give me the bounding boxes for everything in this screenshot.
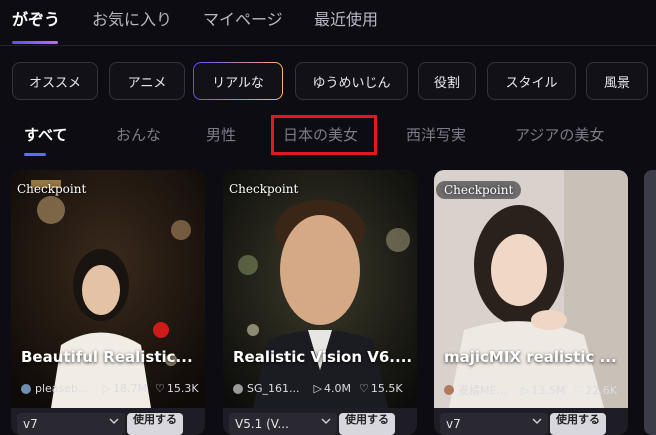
version-value: v7 xyxy=(23,417,38,431)
version-select[interactable]: V5.1 (V... xyxy=(229,413,337,435)
card-thumbnail xyxy=(223,170,417,408)
card-meta: pleaseb... ▷ 18.7M ♡ 15.3K xyxy=(21,382,199,395)
version-select[interactable]: v7 xyxy=(17,413,125,435)
chevron-down-icon xyxy=(321,418,331,425)
top-tab-bar: がぞう お気に入り マイページ 最近使用 xyxy=(0,0,656,46)
highlight-box xyxy=(271,115,377,155)
subtab-western-realistic[interactable]: 西洋写実 xyxy=(406,124,466,145)
heart-icon: ♡ xyxy=(154,382,165,395)
card-footer: v7 使用する xyxy=(11,408,205,435)
use-button[interactable]: 使用する xyxy=(550,413,606,435)
chip-recommended[interactable]: オススメ xyxy=(12,62,98,100)
download-count: 18.7M xyxy=(113,382,147,395)
chip-style[interactable]: スタイル xyxy=(487,62,576,100)
version-select[interactable]: v7 xyxy=(440,413,548,435)
like-count: 15.3K xyxy=(166,382,199,395)
subtab-all[interactable]: すべて xyxy=(24,124,67,145)
use-button[interactable]: 使用する xyxy=(127,413,183,435)
card-footer: v7 使用する xyxy=(434,408,628,435)
checkpoint-badge: Checkpoint xyxy=(436,181,522,199)
play-icon: ▷ xyxy=(102,382,111,395)
author-name[interactable]: SG_161... xyxy=(247,382,300,395)
avatar xyxy=(233,383,243,394)
chip-scenery[interactable]: 風景 xyxy=(586,62,648,100)
version-value: V5.1 (V... xyxy=(235,417,289,431)
chip-realistic[interactable]: リアルな xyxy=(193,62,283,100)
chip-roles[interactable]: 役割 xyxy=(418,62,476,100)
play-icon: ▷ xyxy=(520,383,530,397)
heart-icon: ♡ xyxy=(358,382,369,395)
play-icon: ▷ xyxy=(313,382,322,395)
card-title: majicMIX realistic ... xyxy=(444,348,617,366)
version-value: v7 xyxy=(446,417,461,431)
tab-my-page[interactable]: マイページ xyxy=(203,6,283,30)
download-count: 13.5M xyxy=(531,383,566,397)
checkpoint-badge: Checkpoint xyxy=(229,182,299,196)
chip-anime[interactable]: アニメ xyxy=(109,62,185,100)
author-name[interactable]: pleaseb... xyxy=(35,382,89,395)
card-title: Beautiful Realistic... xyxy=(21,348,193,366)
subtab-men[interactable]: 男性 xyxy=(206,124,236,145)
use-button[interactable]: 使用する xyxy=(339,413,395,435)
chip-celebrities[interactable]: ゆうめいじん xyxy=(295,62,408,100)
like-count: 22.6K xyxy=(585,383,617,397)
card-meta: SG_161... ▷ 4.0M ♡ 15.5K xyxy=(233,382,403,395)
avatar xyxy=(21,383,31,394)
card-title: Realistic Vision V6.... xyxy=(233,348,413,366)
chevron-down-icon xyxy=(109,418,119,425)
model-card-partial[interactable] xyxy=(644,170,656,435)
checkpoint-badge: Checkpoint xyxy=(17,182,87,196)
model-card[interactable]: Checkpoint Beautiful Realistic... please… xyxy=(11,170,205,435)
active-subtab-underline xyxy=(24,153,46,156)
like-count: 15.5K xyxy=(370,382,403,395)
model-card[interactable]: Checkpoint Realistic Vision V6.... SG_16… xyxy=(223,170,417,435)
active-tab-underline xyxy=(12,41,58,44)
card-footer: V5.1 (V... 使用する xyxy=(223,408,417,435)
chevron-down-icon xyxy=(532,418,542,425)
tab-favorites[interactable]: お気に入り xyxy=(92,6,172,30)
model-card[interactable]: Checkpoint majicMIX realistic ... 麦橘ME..… xyxy=(434,170,628,435)
card-thumbnail xyxy=(11,170,205,408)
subtab-women[interactable]: おんな xyxy=(116,124,161,145)
card-thumbnail xyxy=(434,170,628,408)
tab-recent[interactable]: 最近使用 xyxy=(314,6,378,30)
subtab-asian-beauty[interactable]: アジアの美女 xyxy=(515,124,604,145)
card-meta: 麦橘ME... ▷ 13.5M ♡ 22.6K xyxy=(444,382,617,398)
avatar xyxy=(444,385,454,395)
tab-images[interactable]: がぞう xyxy=(12,6,60,30)
download-count: 4.0M xyxy=(323,382,351,395)
author-name[interactable]: 麦橘ME... xyxy=(458,382,507,398)
heart-icon: ♡ xyxy=(573,383,584,397)
